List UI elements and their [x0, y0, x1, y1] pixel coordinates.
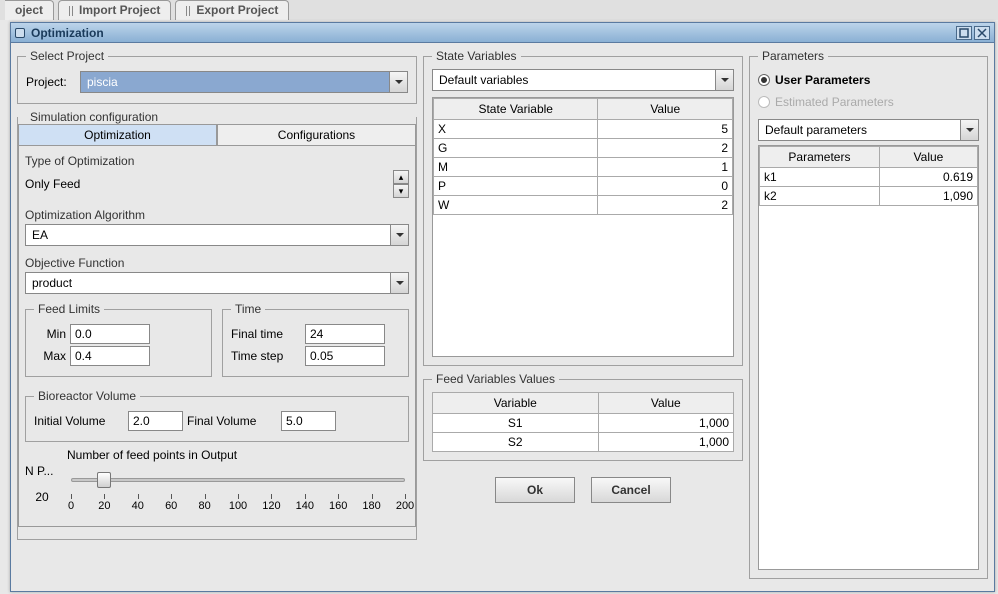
table-row[interactable]: W2: [434, 196, 733, 215]
chevron-down-icon[interactable]: [389, 72, 407, 92]
table-row[interactable]: P0: [434, 177, 733, 196]
objective-function-combo[interactable]: product: [25, 272, 409, 294]
algorithm-combo[interactable]: EA: [25, 224, 409, 246]
np-value: 20: [25, 490, 59, 504]
feed-points-slider[interactable]: [71, 470, 405, 494]
type-of-optimization-label: Type of Optimization: [25, 154, 409, 168]
dialog-title: Optimization: [31, 26, 104, 40]
final-time-input[interactable]: [305, 324, 385, 344]
feed-max-input[interactable]: [70, 346, 150, 366]
chevron-down-icon[interactable]: [390, 273, 408, 293]
table-row[interactable]: k21,090: [760, 187, 978, 206]
table-row[interactable]: X5: [434, 120, 733, 139]
cancel-button[interactable]: Cancel: [591, 477, 671, 503]
grip-icon: [186, 6, 192, 16]
tab-configurations[interactable]: Configurations: [217, 124, 416, 145]
table-row[interactable]: M1: [434, 158, 733, 177]
chevron-down-icon[interactable]: [715, 70, 733, 90]
dialog-titlebar[interactable]: Optimization: [11, 23, 994, 43]
initial-volume-input[interactable]: [128, 411, 183, 431]
objective-function-label: Objective Function: [25, 256, 409, 270]
table-row[interactable]: k10.619: [760, 168, 978, 187]
state-variables-group: State Variables Default variables State …: [423, 49, 743, 366]
spin-down-button[interactable]: ▾: [393, 184, 409, 198]
tab-optimization[interactable]: Optimization: [18, 124, 217, 145]
parameters-table[interactable]: Parameters Value k10.619k21,090: [759, 146, 978, 206]
feed-limits-group: Feed Limits Min Max: [25, 302, 212, 377]
project-label: Project:: [26, 75, 76, 89]
bg-tab-export[interactable]: Export Project: [175, 0, 289, 20]
select-project-group: Select Project Project: piscia: [17, 49, 417, 104]
feed-variables-group: Feed Variables Values Variable Value S11…: [423, 372, 743, 461]
algorithm-label: Optimization Algorithm: [25, 208, 409, 222]
simulation-config-group: Simulation configuration Optimization Co…: [17, 110, 417, 540]
spin-up-button[interactable]: ▴: [393, 170, 409, 184]
table-row[interactable]: S11,000: [433, 414, 734, 433]
parameters-combo[interactable]: Default parameters: [758, 119, 979, 141]
slider-thumb[interactable]: [97, 472, 111, 488]
table-row[interactable]: S21,000: [433, 433, 734, 452]
feed-min-input[interactable]: [70, 324, 150, 344]
window-icon: [15, 28, 25, 38]
bioreactor-volume-group: Bioreactor Volume Initial Volume Final V…: [25, 389, 409, 442]
bg-tab-import[interactable]: Import Project: [58, 0, 171, 20]
state-variables-table[interactable]: State Variable Value X5G2M1P0W2: [433, 98, 733, 215]
np-full-label: Number of feed points in Output: [67, 448, 409, 462]
maximize-button[interactable]: [956, 26, 972, 40]
project-combo[interactable]: piscia: [80, 71, 408, 93]
time-step-input[interactable]: [305, 346, 385, 366]
background-tabstrip: oject Import Project Export Project: [0, 0, 998, 20]
table-row[interactable]: G2: [434, 139, 733, 158]
type-of-optimization-value: Only Feed: [25, 174, 389, 194]
grip-icon: [69, 6, 75, 16]
time-group: Time Final time Time step: [222, 302, 409, 377]
chevron-down-icon[interactable]: [390, 225, 408, 245]
feed-variables-table[interactable]: Variable Value S11,000S21,000: [432, 392, 734, 452]
chevron-down-icon[interactable]: [960, 120, 978, 140]
final-volume-input[interactable]: [281, 411, 336, 431]
ok-button[interactable]: Ok: [495, 477, 575, 503]
close-button[interactable]: [974, 26, 990, 40]
state-variables-combo[interactable]: Default variables: [432, 69, 734, 91]
parameters-group: Parameters User Parameters Estimated Par…: [749, 49, 988, 579]
optimization-dialog: Optimization Select Project Project: pis…: [10, 22, 995, 592]
estimated-parameters-radio[interactable]: Estimated Parameters: [758, 95, 979, 109]
user-parameters-radio[interactable]: User Parameters: [758, 73, 979, 87]
slider-ticks: 020406080100120140160180200: [71, 494, 405, 516]
bg-tab-project[interactable]: oject: [5, 0, 54, 20]
np-short-label: N P...: [25, 464, 59, 478]
